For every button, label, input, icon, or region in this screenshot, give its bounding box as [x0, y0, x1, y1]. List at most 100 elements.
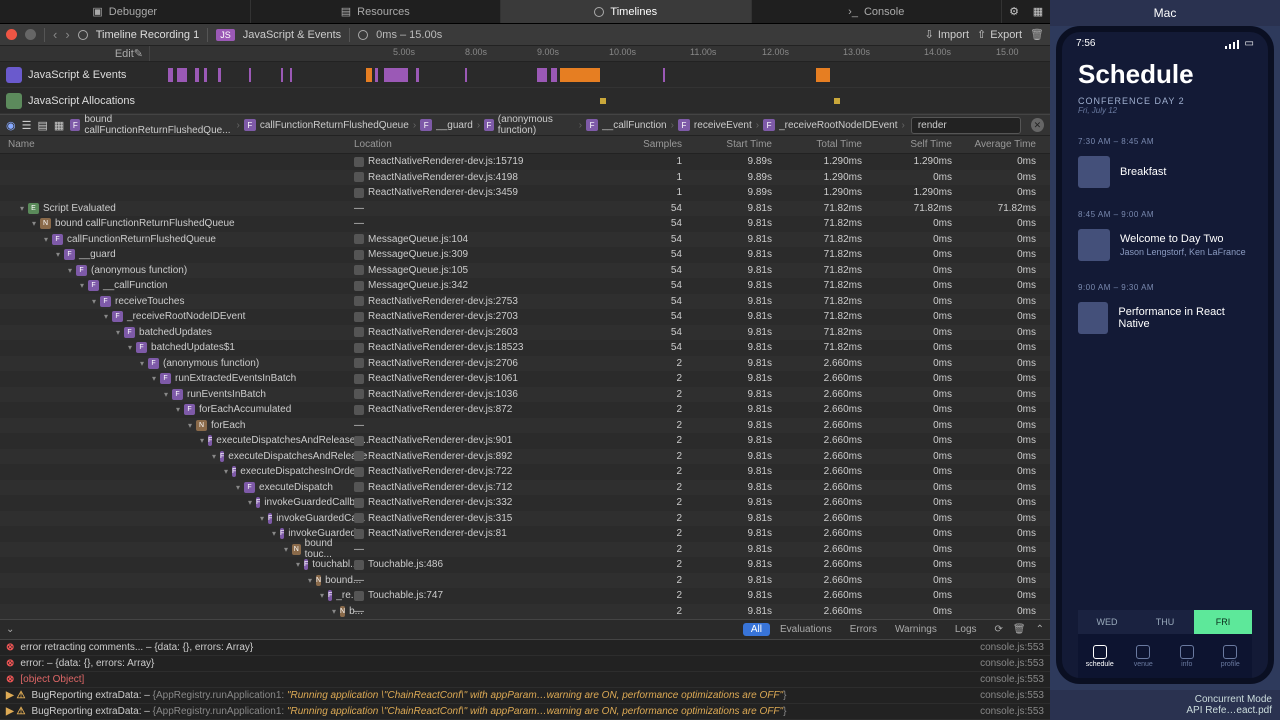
- table-row[interactable]: ▾ F runExtractedEventsInBatchReactNative…: [0, 371, 1050, 387]
- col-avg[interactable]: Average Time: [960, 139, 1050, 150]
- console-output[interactable]: ⊗error retracting comments... – {data: {…: [0, 639, 1050, 720]
- download-icon: ⇩: [925, 28, 934, 41]
- breadcrumb-item[interactable]: F__guard›: [420, 114, 480, 136]
- nav-profile[interactable]: profile: [1209, 634, 1253, 678]
- event-item[interactable]: Breakfast: [1078, 156, 1252, 188]
- console-line[interactable]: ⊗[object Object]console.js:553: [0, 672, 1050, 688]
- col-start[interactable]: Start Time: [690, 139, 780, 150]
- table-row[interactable]: ▾ F (anonymous function)ReactNativeRende…: [0, 356, 1050, 372]
- recording-name[interactable]: Timeline Recording 1: [96, 29, 200, 41]
- table-row[interactable]: ▾ N forEach—29.81s2.660ms0ms0ms: [0, 418, 1050, 434]
- col-self[interactable]: Self Time: [870, 139, 960, 150]
- event-item[interactable]: Welcome to Day TwoJason Lengstorf, Ken L…: [1078, 229, 1252, 261]
- filter-pill-errors[interactable]: Errors: [842, 623, 885, 636]
- mode-label[interactable]: JavaScript & Events: [243, 29, 341, 41]
- console-line[interactable]: ▶ ⚠BugReporting extraData: – {AppRegistr…: [0, 704, 1050, 720]
- table-row[interactable]: ▾ F touchabl...Touchable.js:48629.81s2.6…: [0, 557, 1050, 573]
- table-row[interactable]: ReactNativeRenderer-dev.js:1571919.89s1.…: [0, 154, 1050, 170]
- call-tree-body[interactable]: ReactNativeRenderer-dev.js:1571919.89s1.…: [0, 154, 1050, 619]
- table-row[interactable]: ▾ F executeDispatchesInOrderReactNativeR…: [0, 464, 1050, 480]
- breadcrumb-item[interactable]: FreceiveEvent›: [678, 114, 759, 136]
- import-button[interactable]: ⇩Import: [925, 28, 969, 41]
- tab-timelines[interactable]: Timelines: [501, 0, 752, 23]
- table-row[interactable]: ▾ E Script Evaluated—549.81s71.82ms71.82…: [0, 201, 1050, 217]
- breadcrumb-item[interactable]: F_receiveRootNodeIDEvent›: [763, 114, 905, 136]
- tab-resources[interactable]: ▤Resources: [251, 0, 502, 23]
- tab-console[interactable]: ›_Console: [752, 0, 1003, 23]
- col-name[interactable]: Name: [0, 139, 350, 150]
- track-js-events[interactable]: JavaScript & Events: [0, 62, 1050, 88]
- console-line[interactable]: ⊗error: – {data: {}, errors: Array}conso…: [0, 656, 1050, 672]
- edit-button[interactable]: Edit ✎: [0, 46, 150, 61]
- breadcrumb-item[interactable]: F(anonymous function)›: [484, 114, 582, 136]
- collapse-icon[interactable]: ⌃: [1036, 624, 1044, 635]
- filter-pill-all[interactable]: All: [743, 623, 770, 636]
- table-row[interactable]: ▾ F forEachAccumulatedReactNativeRendere…: [0, 402, 1050, 418]
- flame-icon[interactable]: ▦: [54, 119, 64, 132]
- console-line[interactable]: ▶ ⚠BugReporting extraData: – {AppRegistr…: [0, 688, 1050, 704]
- table-row[interactable]: ▾ F receiveTouchesReactNativeRenderer-de…: [0, 294, 1050, 310]
- track-allocations[interactable]: JavaScript Allocations: [0, 88, 1050, 114]
- back-button[interactable]: ‹: [53, 27, 57, 42]
- tab-debugger[interactable]: ▣Debugger: [0, 0, 251, 23]
- filter-pill-warnings[interactable]: Warnings: [887, 623, 945, 636]
- filter-input[interactable]: [911, 117, 1021, 134]
- table-row[interactable]: ReactNativeRenderer-dev.js:419819.89s1.2…: [0, 170, 1050, 186]
- day-tab-fri[interactable]: FRI: [1194, 610, 1252, 634]
- tree-icon[interactable]: ▤: [37, 119, 47, 132]
- breadcrumb-item[interactable]: F__callFunction›: [586, 114, 674, 136]
- event-image: [1078, 229, 1110, 261]
- table-row[interactable]: ▾ F runEventsInBatchReactNativeRenderer-…: [0, 387, 1050, 403]
- table-row[interactable]: ▾ F _re...Touchable.js:74729.81s2.660ms0…: [0, 588, 1050, 604]
- refresh-icon[interactable]: ⟳: [995, 624, 1003, 635]
- col-total[interactable]: Total Time: [780, 139, 870, 150]
- table-row[interactable]: ▾ F invokeGuardedCallb...ReactNativeRend…: [0, 495, 1050, 511]
- call-tree-toolbar: ◉ ☰ ▤ ▦ Fbound callFunctionReturnFlushed…: [0, 114, 1050, 136]
- table-row[interactable]: ▾ F _receiveRootNodeIDEventReactNativeRe…: [0, 309, 1050, 325]
- col-samples[interactable]: Samples: [630, 139, 690, 150]
- list-icon[interactable]: ☰: [22, 119, 32, 132]
- table-row[interactable]: ▾ F __guardMessageQueue.js:309549.81s71.…: [0, 247, 1050, 263]
- table-row[interactable]: ▾ N b...—29.81s2.660ms0ms0ms: [0, 604, 1050, 620]
- trash-icon[interactable]: 🗑: [1013, 624, 1026, 635]
- table-row[interactable]: ▾ F executeDispatchesAndReleaseT...React…: [0, 433, 1050, 449]
- event-item[interactable]: Performance in React Native: [1078, 302, 1252, 334]
- day-tab-thu[interactable]: THU: [1136, 610, 1194, 634]
- table-row[interactable]: ▾ F batchedUpdates$1ReactNativeRenderer-…: [0, 340, 1050, 356]
- table-row[interactable]: ▾ N bound...—29.81s2.660ms0ms0ms: [0, 573, 1050, 589]
- table-row[interactable]: ▾ F batchedUpdatesReactNativeRenderer-de…: [0, 325, 1050, 341]
- nav-venue[interactable]: venue: [1122, 634, 1166, 678]
- export-button[interactable]: ⇧Export: [977, 28, 1022, 41]
- col-location[interactable]: Location: [350, 139, 630, 150]
- console-line[interactable]: ⊗error retracting comments... – {data: {…: [0, 640, 1050, 656]
- record-button[interactable]: [6, 29, 17, 40]
- panel-toggle-icon[interactable]: ▦: [1026, 0, 1050, 23]
- table-row[interactable]: ▾ F callFunctionReturnFlushedQueueMessag…: [0, 232, 1050, 248]
- stopwatch-icon: [78, 30, 88, 40]
- day-label: CONFERENCE DAY 2: [1078, 96, 1252, 106]
- table-row[interactable]: ▾ F (anonymous function)MessageQueue.js:…: [0, 263, 1050, 279]
- breadcrumb-item[interactable]: Fbound callFunctionReturnFlushedQue...›: [70, 114, 240, 136]
- table-row[interactable]: ▾ F invokeGuardedCa...ReactNativeRendere…: [0, 511, 1050, 527]
- trash-icon[interactable]: 🗑: [1030, 28, 1044, 41]
- clock-icon: [358, 30, 368, 40]
- nav-schedule[interactable]: schedule: [1078, 634, 1122, 678]
- clear-filter-button[interactable]: ✕: [1031, 118, 1044, 132]
- table-row[interactable]: ▾ F __callFunctionMessageQueue.js:342549…: [0, 278, 1050, 294]
- table-row[interactable]: ▾ N bound callFunctionReturnFlushedQueue…: [0, 216, 1050, 232]
- table-row[interactable]: ▾ N bound touc...—29.81s2.660ms0ms0ms: [0, 542, 1050, 558]
- table-row[interactable]: ReactNativeRenderer-dev.js:345919.89s1.2…: [0, 185, 1050, 201]
- table-row[interactable]: ▾ F executeDispatchesAndReleaseReactNati…: [0, 449, 1050, 465]
- console-toggle-icon[interactable]: ⌄: [6, 624, 14, 635]
- gear-icon[interactable]: ⚙: [1002, 0, 1026, 23]
- day-tab-wed[interactable]: WED: [1078, 610, 1136, 634]
- filter-pill-logs[interactable]: Logs: [947, 623, 985, 636]
- forward-button[interactable]: ›: [65, 27, 69, 42]
- breadcrumb-item[interactable]: FcallFunctionReturnFlushedQueue›: [244, 114, 416, 136]
- nav-info[interactable]: info: [1165, 634, 1209, 678]
- stop-button[interactable]: [25, 29, 36, 40]
- time-slot: 7:30 AM – 8:45 AM: [1078, 137, 1252, 146]
- filter-pill-evaluations[interactable]: Evaluations: [772, 623, 840, 636]
- table-row[interactable]: ▾ F executeDispatchReactNativeRenderer-d…: [0, 480, 1050, 496]
- picker-icon[interactable]: ◉: [6, 119, 16, 132]
